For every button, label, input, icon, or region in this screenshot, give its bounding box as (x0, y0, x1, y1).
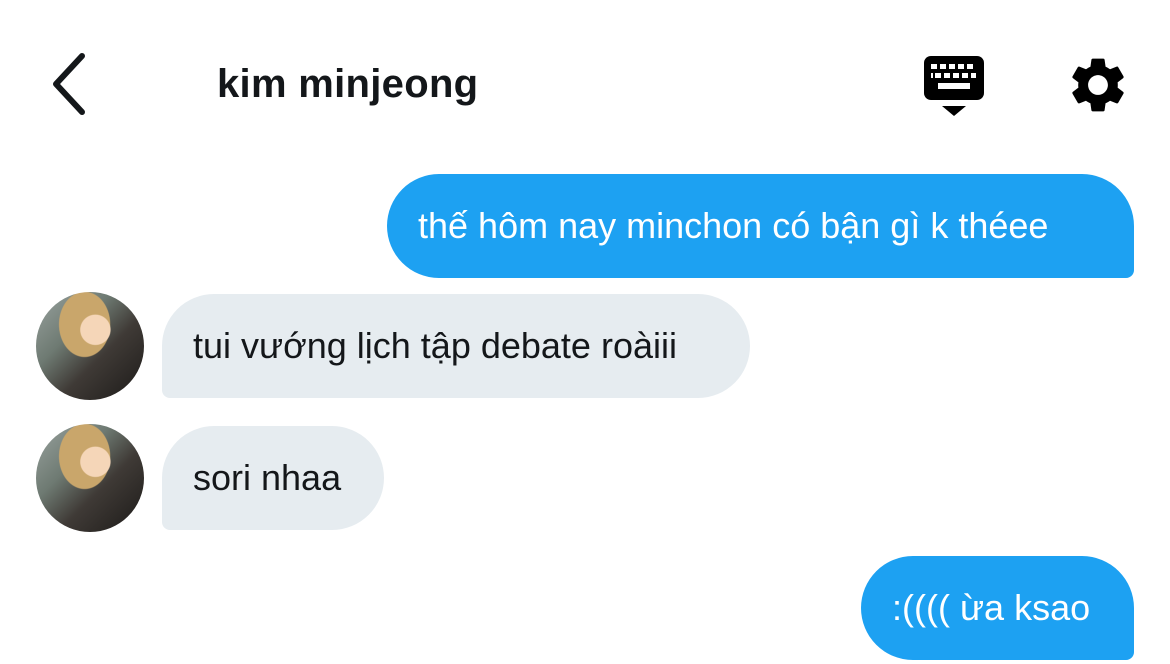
settings-button[interactable] (1064, 52, 1132, 118)
message-bubble-incoming[interactable]: sori nhaa (162, 426, 384, 530)
avatar[interactable] (36, 424, 144, 532)
message-text: tui vướng lịch tập debate roàiii (193, 325, 677, 366)
message-text: sori nhaa (193, 457, 342, 498)
gear-icon (1072, 58, 1124, 112)
message-bubble-incoming[interactable]: tui vướng lịch tập debate roàiii (162, 294, 750, 398)
avatar[interactable] (36, 292, 144, 400)
chevron-left-icon (53, 53, 85, 115)
conversation-title: kim minjeong (217, 62, 479, 106)
back-button[interactable] (40, 50, 96, 118)
keyboard-toggle-button[interactable] (918, 52, 990, 122)
message-bubble-outgoing[interactable]: thế hôm nay minchon có bận gì k théee (387, 174, 1134, 278)
chat-header: kim minjeong (0, 0, 1170, 160)
message-text: :(((( ừa ksao (892, 587, 1091, 628)
keyboard-icon (924, 56, 984, 116)
message-bubble-outgoing[interactable]: :(((( ừa ksao (861, 556, 1134, 660)
message-text: thế hôm nay minchon có bận gì k théee (418, 205, 1049, 246)
